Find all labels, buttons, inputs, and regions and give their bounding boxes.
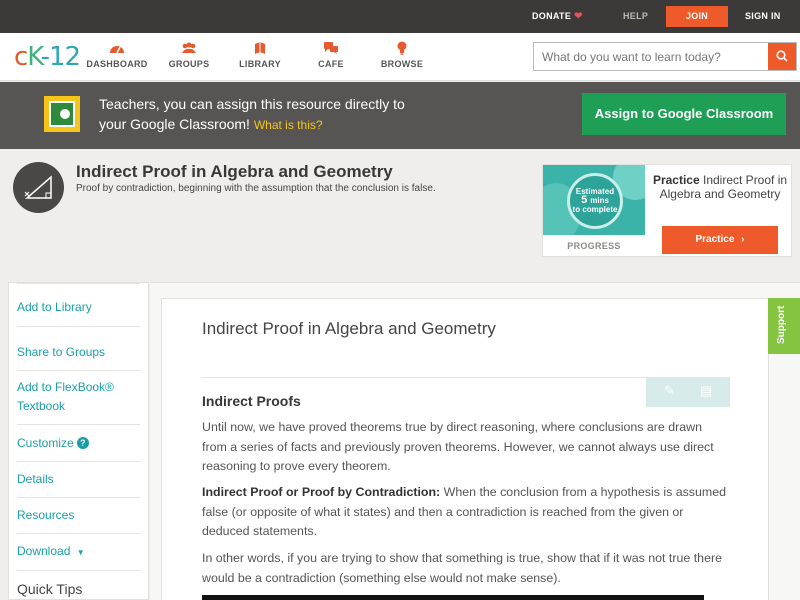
- geometry-proof-icon: [13, 162, 64, 213]
- chevron-right-icon: ›: [741, 234, 745, 245]
- support-tab[interactable]: Support: [768, 298, 800, 354]
- donate-link[interactable]: DONATE ❤: [532, 0, 583, 33]
- dashboard-icon: [82, 41, 152, 57]
- progress-label: PROGRESS: [567, 241, 621, 251]
- cafe-icon: [296, 41, 366, 57]
- video-embed[interactable]: [202, 595, 704, 600]
- nav-dashboard[interactable]: DASHBOARD: [82, 41, 152, 69]
- article-title: Indirect Proof in Algebra and Geometry: [202, 319, 496, 338]
- browse-icon: [367, 41, 437, 57]
- ck12-logo[interactable]: cK-12: [14, 42, 81, 72]
- download-link[interactable]: Download ▼: [17, 534, 140, 571]
- section-heading: Indirect Proofs: [202, 393, 301, 409]
- search-icon: [776, 50, 788, 62]
- resources-link[interactable]: Resources: [17, 498, 140, 534]
- google-classroom-icon: [44, 96, 80, 132]
- nav-browse[interactable]: BROWSE: [367, 41, 437, 69]
- practice-card: Estimated 5 mins to complete PROGRESS Pr…: [542, 164, 792, 257]
- notes-icon[interactable]: ▤: [700, 383, 712, 399]
- customize-link[interactable]: Customize?: [17, 426, 140, 462]
- paragraph-2: Indirect Proof or Proof by Contradiction…: [202, 485, 727, 539]
- caret-down-icon: ▼: [76, 548, 85, 557]
- search-input[interactable]: [534, 43, 768, 70]
- add-to-library-link[interactable]: Add to Library: [17, 283, 140, 327]
- classroom-message: Teachers, you can assign this resource d…: [99, 96, 405, 132]
- nav-cafe[interactable]: CAFE: [296, 41, 366, 69]
- what-is-this-link[interactable]: What is this?: [254, 118, 323, 132]
- sidebar: Add to Library Share to Groups Add to Fl…: [8, 282, 149, 600]
- help-link[interactable]: HELP: [623, 0, 648, 33]
- article: Indirect Proof in Algebra and Geometry ✎…: [161, 298, 769, 600]
- join-button[interactable]: JOIN: [666, 6, 728, 27]
- sign-in-link[interactable]: SIGN IN: [745, 0, 781, 33]
- pencil-icon[interactable]: ✎: [664, 383, 675, 399]
- main-content: Indirect Proof in Algebra and Geometry ✎…: [150, 282, 800, 600]
- question-icon[interactable]: ?: [76, 437, 89, 449]
- nav-library[interactable]: LIBRARY: [225, 41, 295, 69]
- article-tools: ✎ ▤: [646, 377, 730, 407]
- paragraph-3: In other words, if you are trying to sho…: [202, 551, 722, 585]
- heart-icon: ❤: [574, 11, 583, 22]
- groups-icon: [154, 41, 224, 57]
- share-to-groups-link[interactable]: Share to Groups: [17, 334, 140, 371]
- top-bar: DONATE ❤ HELP JOIN SIGN IN: [0, 0, 800, 33]
- main-nav: cK-12 DASHBOARD GROUPS LIBRARY CAFE BROW…: [0, 33, 800, 81]
- practice-button[interactable]: Practice ›: [662, 226, 778, 254]
- estimated-time-badge: Estimated 5 mins to complete: [567, 173, 623, 229]
- practice-title: Practice Indirect Proof in Algebra and G…: [652, 173, 788, 201]
- quick-tips-heading: Quick Tips: [17, 581, 83, 597]
- lesson-header: Indirect Proof in Algebra and Geometry P…: [0, 150, 800, 280]
- library-icon: [225, 41, 295, 57]
- nav-groups[interactable]: GROUPS: [154, 41, 224, 69]
- google-classroom-banner: Teachers, you can assign this resource d…: [0, 82, 800, 149]
- paragraph-1: Until now, we have proved theorems true …: [202, 420, 714, 474]
- add-to-flexbook-link[interactable]: Add to FlexBook® Textbook: [17, 370, 140, 425]
- page-title: Indirect Proof in Algebra and Geometry: [76, 162, 393, 181]
- details-link[interactable]: Details: [17, 462, 140, 498]
- search-box: [533, 42, 797, 71]
- page-subtitle: Proof by contradiction, beginning with t…: [76, 183, 436, 194]
- practice-illustration: Estimated 5 mins to complete: [543, 165, 645, 235]
- search-button[interactable]: [768, 43, 796, 70]
- assign-to-google-classroom-button[interactable]: Assign to Google Classroom: [582, 93, 786, 135]
